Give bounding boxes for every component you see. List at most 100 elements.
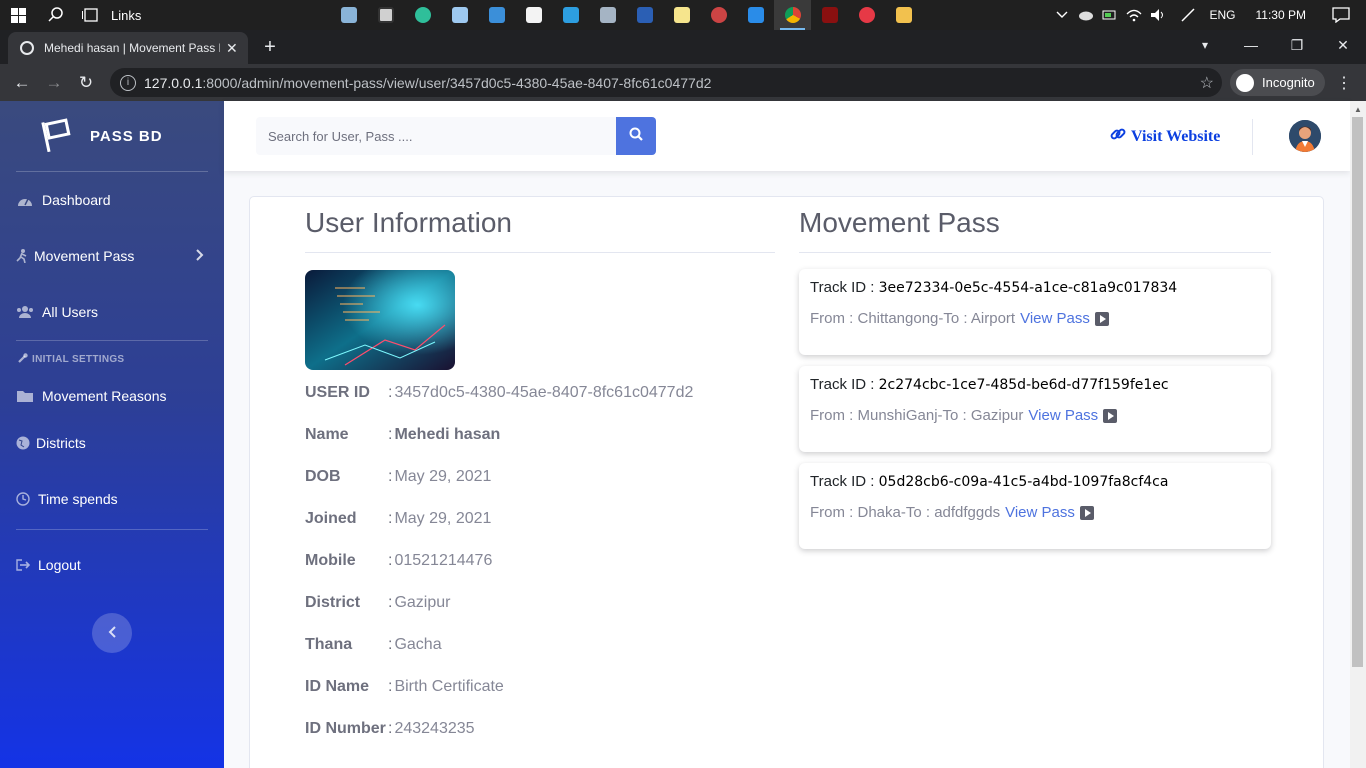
play-square-icon[interactable] <box>1094 311 1109 326</box>
view-pass-link[interactable]: View Pass <box>1028 407 1098 424</box>
pen-icon[interactable] <box>1176 0 1200 30</box>
topbar-divider <box>1252 119 1253 155</box>
search-button[interactable] <box>616 117 656 155</box>
address-bar[interactable]: i 127.0.0.1:8000/admin/movement-pass/vie… <box>110 68 1222 97</box>
clock[interactable]: 11:30 PM <box>1256 8 1306 22</box>
avatar[interactable] <box>1289 120 1321 152</box>
pass-track: Track ID : 3ee72334-0e5c-4554-a1ce-c81a9… <box>810 279 1260 296</box>
store-app-icon[interactable] <box>515 0 552 30</box>
window-controls: ▾ — ❐ ✕ <box>1182 30 1366 60</box>
sidebar-item-time-spends[interactable]: Time spends <box>0 471 224 527</box>
sidebar-item-label: Movement Pass <box>34 248 135 264</box>
info-separator: : <box>388 468 393 485</box>
info-label: Name <box>305 426 349 443</box>
info-separator: : <box>388 552 393 569</box>
sidebar-item-movement-reasons[interactable]: Movement Reasons <box>0 377 224 415</box>
window-close-icon[interactable]: ✕ <box>1320 30 1366 60</box>
incognito-badge[interactable]: Incognito <box>1230 69 1325 96</box>
tab-close-icon[interactable]: ✕ <box>226 40 238 57</box>
info-label: Mobile <box>305 552 356 569</box>
search-input[interactable] <box>256 117 616 155</box>
sidebar-item-all-users[interactable]: All Users <box>0 284 224 340</box>
info-row-district: District: Gazipur <box>305 582 775 624</box>
notes-app-icon[interactable] <box>441 0 478 30</box>
sticky-notes-app-icon[interactable] <box>663 0 700 30</box>
scrollbar-thumb[interactable] <box>1352 117 1363 667</box>
sidebar-item-movement-pass[interactable]: Movement Pass <box>0 228 224 284</box>
chrome-menu-icon[interactable]: ⋮ <box>1336 73 1352 93</box>
info-label: Thana <box>305 636 353 653</box>
route-text: From : MunshiGanj-To : Gazipur <box>810 407 1024 424</box>
info-separator: : <box>388 384 393 401</box>
info-label: ID Name <box>305 678 370 695</box>
language-indicator[interactable]: ENG <box>1210 8 1236 22</box>
site-info-icon[interactable]: i <box>120 74 136 91</box>
minimize-icon[interactable]: — <box>1228 30 1274 60</box>
info-separator: : <box>388 594 393 611</box>
wrench-icon <box>18 352 28 366</box>
globe-icon <box>16 436 30 450</box>
brand[interactable]: PASS BD <box>0 101 224 171</box>
chevron-up-icon[interactable] <box>1050 0 1074 30</box>
sidebar-item-dashboard[interactable]: Dashboard <box>0 172 224 228</box>
info-row-name: Name: Mehedi hasan <box>305 414 775 456</box>
info-label: ID Number <box>305 720 386 737</box>
chrome-app-icon[interactable] <box>774 0 811 30</box>
recorder-app-icon[interactable] <box>848 0 885 30</box>
pass-route: From : MunshiGanj-To : Gazipur View Pass <box>810 407 1260 424</box>
pass-track: Track ID : 2c274cbc-1ce7-485d-be6d-d77f1… <box>810 376 1260 393</box>
links-toolbar-label[interactable]: Links <box>111 8 141 23</box>
forward-arrow-icon[interactable]: → <box>38 73 70 93</box>
tachometer-icon <box>16 193 34 207</box>
sidebar-item-label: All Users <box>42 304 99 320</box>
file-explorer-app-icon[interactable] <box>885 0 922 30</box>
page-scrollbar[interactable]: ▲ <box>1350 101 1366 768</box>
windows-start-icon[interactable] <box>3 0 33 30</box>
view-pass-link[interactable]: View Pass <box>1020 310 1090 327</box>
browser-tab-strip: Mehedi hasan | Movement Pass B ✕ + ▾ — ❐… <box>0 30 1366 64</box>
flag-logo-icon <box>38 116 74 157</box>
volume-icon[interactable] <box>1146 0 1170 30</box>
desktop-app-icon[interactable] <box>478 0 515 30</box>
new-tab-icon[interactable]: + <box>258 36 282 59</box>
back-arrow-icon[interactable]: ← <box>6 73 38 93</box>
terminal-app-icon[interactable] <box>367 0 404 30</box>
incognito-icon <box>1236 73 1254 92</box>
folder-icon <box>16 389 34 403</box>
chrome-favicon-icon <box>20 41 34 55</box>
view-pass-link[interactable]: View Pass <box>1005 504 1075 521</box>
restore-icon[interactable]: ❐ <box>1274 30 1320 60</box>
calculator-app-icon[interactable] <box>589 0 626 30</box>
sidebar-item-logout[interactable]: Logout <box>0 544 224 586</box>
game-app-icon[interactable] <box>811 0 848 30</box>
notifications-icon[interactable] <box>1326 0 1356 30</box>
mail-app-icon[interactable] <box>552 0 589 30</box>
reload-icon[interactable]: ↻ <box>70 73 102 93</box>
cloud-icon[interactable] <box>1074 0 1098 30</box>
track-label: Track ID : <box>810 376 879 393</box>
url-host: 127.0.0.1 <box>144 74 203 91</box>
bookmark-star-icon[interactable]: ☆ <box>1200 73 1214 93</box>
play-square-icon[interactable] <box>1103 408 1118 423</box>
play-square-icon[interactable] <box>1079 505 1094 520</box>
tab-search-icon[interactable]: ▾ <box>1182 30 1228 60</box>
wifi-icon[interactable] <box>1122 0 1146 30</box>
word-app-icon[interactable] <box>626 0 663 30</box>
visit-website-label: Visit Website <box>1131 127 1221 145</box>
scroll-up-arrow-icon[interactable]: ▲ <box>1354 105 1362 114</box>
sidebar-item-districts[interactable]: Districts <box>0 415 224 471</box>
search-icon[interactable] <box>41 0 71 30</box>
pass-card: Track ID : 3ee72334-0e5c-4554-a1ce-c81a9… <box>799 269 1271 355</box>
snip-app-icon[interactable] <box>700 0 737 30</box>
photos-app-icon[interactable] <box>330 0 367 30</box>
sidebar-toggle-button[interactable] <box>92 613 132 653</box>
chevron-right-icon <box>196 248 204 264</box>
task-view-icon[interactable] <box>75 0 105 30</box>
sidebar-item-label: Logout <box>38 557 81 573</box>
battery-icon[interactable] <box>1098 0 1122 30</box>
edge-app-icon[interactable] <box>404 0 441 30</box>
visit-website-link[interactable]: Visit Website <box>1110 126 1220 147</box>
vscode-app-icon[interactable] <box>737 0 774 30</box>
info-value: Gacha <box>394 636 442 653</box>
browser-tab-active[interactable]: Mehedi hasan | Movement Pass B ✕ <box>8 32 248 64</box>
